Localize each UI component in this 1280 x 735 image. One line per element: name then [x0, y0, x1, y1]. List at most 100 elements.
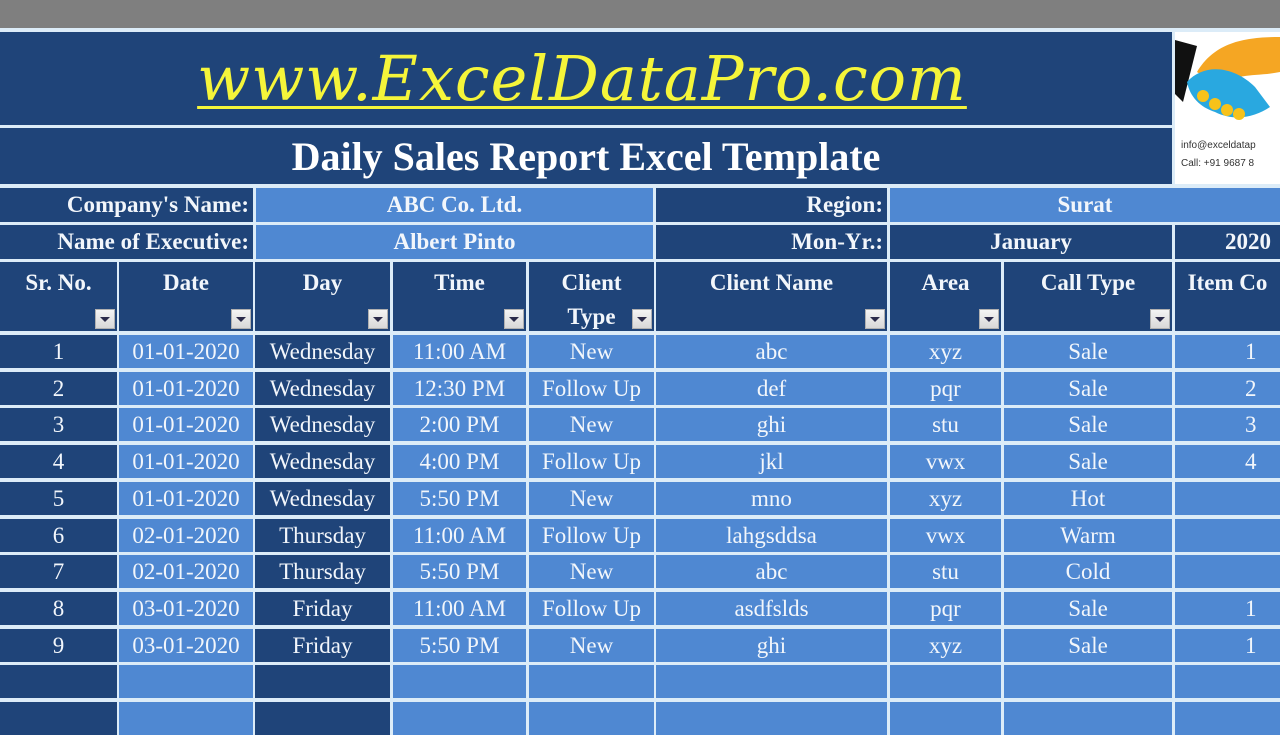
filter-dropdown-button[interactable] — [979, 309, 999, 329]
cell-sr-no[interactable] — [0, 702, 117, 735]
cell-item-code[interactable] — [1175, 482, 1280, 515]
cell-call-type[interactable]: Sale — [1004, 629, 1172, 662]
cell-call-type[interactable] — [1004, 665, 1172, 698]
cell-client-name[interactable]: abc — [656, 555, 887, 588]
cell-area[interactable]: xyz — [890, 629, 1001, 662]
cell-client-type[interactable]: Follow Up — [529, 592, 654, 625]
cell-date[interactable]: 01-01-2020 — [119, 482, 253, 515]
cell-time[interactable] — [393, 702, 526, 735]
cell-client-type[interactable] — [529, 702, 654, 735]
cell-sr-no[interactable] — [0, 665, 117, 698]
cell-item-code[interactable]: 1 — [1175, 335, 1280, 368]
cell-client-name[interactable]: ghi — [656, 408, 887, 441]
year-value[interactable]: 2020 — [1175, 225, 1280, 259]
cell-item-code[interactable] — [1175, 702, 1280, 735]
cell-day[interactable] — [255, 665, 390, 698]
cell-date[interactable]: 01-01-2020 — [119, 445, 253, 478]
cell-day[interactable]: Wednesday — [255, 372, 390, 405]
cell-client-type[interactable]: Follow Up — [529, 445, 654, 478]
cell-call-type[interactable]: Sale — [1004, 372, 1172, 405]
cell-client-name[interactable]: asdfslds — [656, 592, 887, 625]
cell-client-type[interactable]: New — [529, 482, 654, 515]
cell-day[interactable]: Wednesday — [255, 482, 390, 515]
cell-client-type[interactable]: New — [529, 555, 654, 588]
cell-sr-no[interactable]: 7 — [0, 555, 117, 588]
cell-call-type[interactable]: Sale — [1004, 592, 1172, 625]
cell-item-code[interactable]: 2 — [1175, 372, 1280, 405]
cell-sr-no[interactable]: 9 — [0, 629, 117, 662]
cell-item-code[interactable]: 1 — [1175, 629, 1280, 662]
cell-client-type[interactable] — [529, 665, 654, 698]
cell-call-type[interactable]: Sale — [1004, 445, 1172, 478]
cell-area[interactable]: stu — [890, 408, 1001, 441]
cell-area[interactable]: vwx — [890, 445, 1001, 478]
month-value[interactable]: January — [890, 225, 1172, 259]
cell-client-name[interactable]: abc — [656, 335, 887, 368]
cell-day[interactable] — [255, 702, 390, 735]
cell-sr-no[interactable]: 6 — [0, 519, 117, 552]
cell-client-type[interactable]: New — [529, 408, 654, 441]
cell-day[interactable]: Wednesday — [255, 335, 390, 368]
filter-dropdown-button[interactable] — [632, 309, 652, 329]
cell-client-name[interactable]: mno — [656, 482, 887, 515]
cell-call-type[interactable]: Cold — [1004, 555, 1172, 588]
cell-sr-no[interactable]: 5 — [0, 482, 117, 515]
company-name-value[interactable]: ABC Co. Ltd. — [256, 188, 653, 222]
cell-time[interactable] — [393, 665, 526, 698]
cell-sr-no[interactable]: 1 — [0, 335, 117, 368]
cell-time[interactable]: 11:00 AM — [393, 335, 526, 368]
cell-call-type[interactable]: Sale — [1004, 408, 1172, 441]
cell-date[interactable]: 02-01-2020 — [119, 519, 253, 552]
cell-time[interactable]: 5:50 PM — [393, 629, 526, 662]
cell-time[interactable]: 2:00 PM — [393, 408, 526, 441]
website-url[interactable]: www.ExcelDataPro.com — [197, 42, 967, 115]
cell-day[interactable]: Friday — [255, 592, 390, 625]
cell-client-name[interactable]: ghi — [656, 629, 887, 662]
cell-date[interactable]: 01-01-2020 — [119, 408, 253, 441]
cell-call-type[interactable] — [1004, 702, 1172, 735]
cell-day[interactable]: Wednesday — [255, 445, 390, 478]
cell-call-type[interactable]: Sale — [1004, 335, 1172, 368]
cell-time[interactable]: 5:50 PM — [393, 482, 526, 515]
cell-client-type[interactable]: New — [529, 335, 654, 368]
cell-item-code[interactable]: 3 — [1175, 408, 1280, 441]
cell-client-type[interactable]: New — [529, 629, 654, 662]
cell-date[interactable]: 01-01-2020 — [119, 372, 253, 405]
cell-call-type[interactable]: Warm — [1004, 519, 1172, 552]
cell-area[interactable]: stu — [890, 555, 1001, 588]
cell-day[interactable]: Thursday — [255, 519, 390, 552]
cell-area[interactable]: pqr — [890, 592, 1001, 625]
cell-item-code[interactable]: 1 — [1175, 592, 1280, 625]
filter-dropdown-button[interactable] — [504, 309, 524, 329]
cell-area[interactable]: xyz — [890, 482, 1001, 515]
cell-time[interactable]: 12:30 PM — [393, 372, 526, 405]
cell-client-name[interactable]: def — [656, 372, 887, 405]
cell-time[interactable]: 5:50 PM — [393, 555, 526, 588]
cell-date[interactable] — [119, 665, 253, 698]
cell-time[interactable]: 4:00 PM — [393, 445, 526, 478]
filter-dropdown-button[interactable] — [865, 309, 885, 329]
cell-day[interactable]: Wednesday — [255, 408, 390, 441]
cell-client-type[interactable]: Follow Up — [529, 519, 654, 552]
cell-client-name[interactable]: lahgsddsa — [656, 519, 887, 552]
cell-area[interactable]: pqr — [890, 372, 1001, 405]
cell-client-name[interactable] — [656, 665, 887, 698]
cell-area[interactable] — [890, 665, 1001, 698]
region-value[interactable]: Surat — [890, 188, 1280, 222]
cell-item-code[interactable] — [1175, 665, 1280, 698]
cell-call-type[interactable]: Hot — [1004, 482, 1172, 515]
cell-client-name[interactable] — [656, 702, 887, 735]
executive-name-value[interactable]: Albert Pinto — [256, 225, 653, 259]
cell-item-code[interactable] — [1175, 555, 1280, 588]
cell-client-type[interactable]: Follow Up — [529, 372, 654, 405]
filter-dropdown-button[interactable] — [368, 309, 388, 329]
cell-day[interactable]: Thursday — [255, 555, 390, 588]
cell-day[interactable]: Friday — [255, 629, 390, 662]
cell-sr-no[interactable]: 4 — [0, 445, 117, 478]
cell-date[interactable]: 01-01-2020 — [119, 335, 253, 368]
cell-time[interactable]: 11:00 AM — [393, 519, 526, 552]
filter-dropdown-button[interactable] — [95, 309, 115, 329]
cell-time[interactable]: 11:00 AM — [393, 592, 526, 625]
cell-area[interactable] — [890, 702, 1001, 735]
cell-item-code[interactable] — [1175, 519, 1280, 552]
